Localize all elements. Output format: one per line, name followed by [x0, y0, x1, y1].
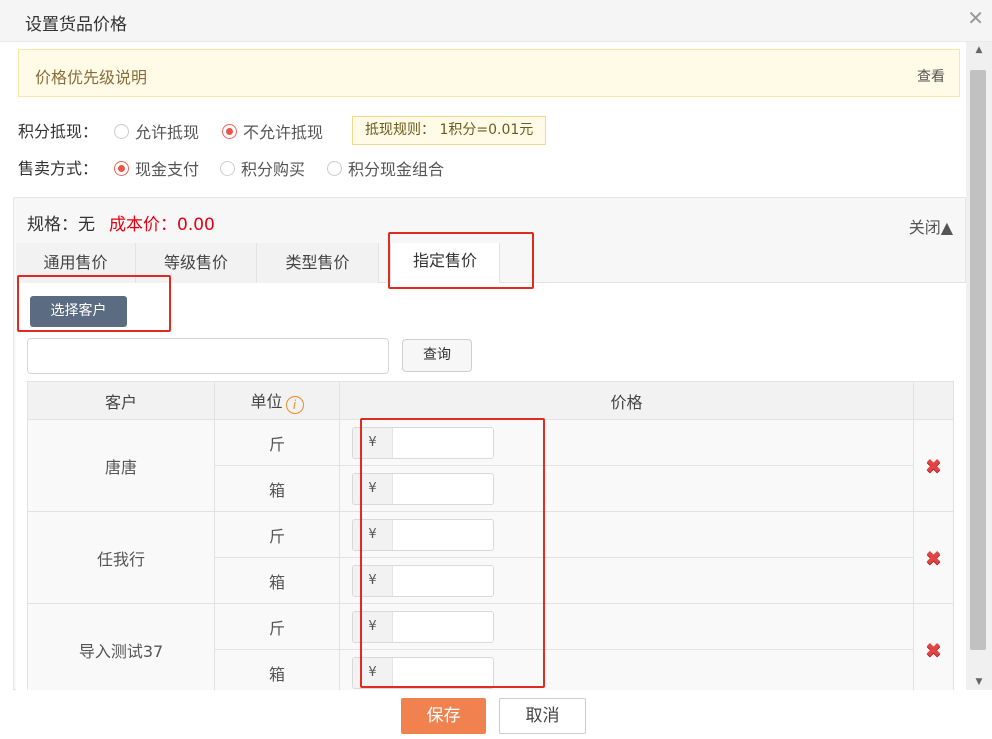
dialog-footer: 保存 取消 — [0, 690, 992, 739]
price-priority-notice: 价格优先级说明 查看 — [18, 49, 960, 97]
price-input[interactable] — [393, 657, 493, 688]
points-deduction-label: 积分抵现： — [18, 122, 99, 141]
unit-cell: 箱 — [214, 557, 340, 604]
radio-allow-deduction[interactable]: 允许抵现 — [114, 119, 199, 143]
scroll-down-icon[interactable]: ▼ — [966, 674, 992, 690]
unit-cell: 斤 — [214, 603, 340, 650]
vertical-scrollbar[interactable]: ▲ ▼ — [966, 42, 992, 690]
yen-icon: ¥ — [353, 611, 393, 642]
scrollbar-thumb[interactable] — [970, 70, 986, 650]
notice-text: 价格优先级说明 — [35, 68, 148, 87]
yen-icon: ¥ — [353, 473, 393, 504]
radio-cash[interactable]: 现金支付 — [114, 156, 199, 180]
delete-icon[interactable]: ✖ — [925, 546, 942, 570]
table-row: 唐唐 斤 ¥ ✖ — [27, 419, 954, 512]
radio-label: 积分现金组合 — [348, 160, 445, 179]
price-input-group: ¥ — [352, 518, 494, 551]
unit-cell: 斤 — [214, 511, 340, 558]
column-header-price: 价格 — [339, 381, 914, 420]
radio-dot — [327, 160, 342, 176]
unit-header-label: 单位 — [250, 391, 283, 411]
radio-dot — [114, 123, 129, 139]
radio-label: 积分购买 — [241, 160, 306, 179]
dialog-title: 设置货品价格 — [25, 15, 127, 35]
customer-price-table: 客户 单位 i 价格 唐唐 斤 ¥ ✖ 箱 ¥ 任我行 斤 ¥ ✖ 箱 ¥ 导入… — [27, 381, 954, 690]
info-icon[interactable]: i — [285, 395, 304, 414]
table-row: 导入测试37 斤 ¥ ✖ — [27, 603, 954, 690]
customer-search-input[interactable] — [27, 338, 389, 374]
spec-panel: 规格：无 成本价：0.00 关闭▲ 通用售价 等级售价 类型售价 指定售价 选择… — [13, 197, 966, 690]
price-cell: ¥ — [339, 603, 914, 650]
delete-icon[interactable]: ✖ — [925, 638, 942, 662]
tab-specified-price[interactable]: 指定售价 — [390, 243, 500, 284]
view-link[interactable]: 查看 — [917, 66, 945, 86]
price-cell: ¥ — [339, 511, 914, 558]
customer-cell: 唐唐 — [27, 419, 215, 512]
table-row: 任我行 斤 ¥ ✖ — [27, 511, 954, 604]
cost-price: 成本价：0.00 — [109, 215, 215, 235]
price-cell: ¥ — [339, 557, 914, 604]
column-header-action — [913, 381, 954, 420]
price-input-group: ¥ — [352, 426, 494, 459]
radio-label: 不允许抵现 — [243, 123, 324, 142]
action-cell: ✖ — [913, 419, 954, 512]
collapse-toggle[interactable]: 关闭▲ — [909, 214, 953, 238]
dialog-titlebar: 设置货品价格 ✕ — [0, 0, 992, 42]
radio-points[interactable]: 积分购买 — [220, 156, 305, 180]
radio-disallow-deduction[interactable]: 不允许抵现 — [222, 119, 323, 143]
radio-label: 现金支付 — [135, 160, 200, 179]
unit-cell: 斤 — [214, 419, 340, 466]
sale-method-label: 售卖方式： — [18, 159, 99, 178]
query-button[interactable]: 查询 — [402, 339, 472, 372]
tab-level-price[interactable]: 等级售价 — [136, 243, 257, 283]
radio-label: 允许抵现 — [135, 123, 200, 142]
cancel-button[interactable]: 取消 — [499, 698, 586, 734]
price-input-group: ¥ — [352, 610, 494, 643]
radio-dot — [222, 123, 237, 139]
price-input[interactable] — [393, 611, 493, 642]
column-header-customer: 客户 — [27, 381, 215, 420]
price-input-group: ¥ — [352, 472, 494, 505]
tab-type-price[interactable]: 类型售价 — [257, 243, 379, 283]
select-customer-button[interactable]: 选择客户 — [30, 296, 127, 327]
yen-icon: ¥ — [353, 519, 393, 550]
tab-general-price[interactable]: 通用售价 — [16, 243, 136, 283]
action-cell: ✖ — [913, 603, 954, 690]
price-input[interactable] — [393, 473, 493, 504]
price-input[interactable] — [393, 427, 493, 458]
yen-icon: ¥ — [353, 427, 393, 458]
close-icon[interactable]: ✕ — [967, 6, 984, 30]
specified-price-body: 选择客户 查询 客户 单位 i 价格 唐唐 斤 ¥ ✖ 箱 ¥ 任我行 斤 ¥ … — [16, 283, 966, 690]
customer-cell: 任我行 — [27, 511, 215, 604]
price-input-group: ¥ — [352, 656, 494, 689]
deduction-rule-tag: 抵现规则： 1积分=0.01元 — [352, 116, 547, 145]
scroll-up-icon[interactable]: ▲ — [966, 42, 992, 58]
price-cell: ¥ — [339, 649, 914, 690]
unit-cell: 箱 — [214, 649, 340, 690]
dialog-content: 价格优先级说明 查看 积分抵现： 允许抵现 不允许抵现 抵现规则： 1积分=0.… — [0, 42, 966, 690]
column-header-unit: 单位 i — [214, 381, 340, 420]
table-header-row: 客户 单位 i 价格 — [27, 381, 954, 420]
action-cell: ✖ — [913, 511, 954, 604]
price-cell: ¥ — [339, 465, 914, 512]
save-button[interactable]: 保存 — [401, 698, 486, 734]
radio-dot — [114, 160, 129, 176]
yen-icon: ¥ — [353, 565, 393, 596]
delete-icon[interactable]: ✖ — [925, 454, 942, 478]
price-tabs: 通用售价 等级售价 类型售价 指定售价 — [16, 243, 966, 284]
price-input-group: ¥ — [352, 564, 494, 597]
unit-cell: 箱 — [214, 465, 340, 512]
price-input[interactable] — [393, 519, 493, 550]
customer-cell: 导入测试37 — [27, 603, 215, 690]
yen-icon: ¥ — [353, 657, 393, 688]
price-cell: ¥ — [339, 419, 914, 466]
spec-label: 规格：无 — [27, 215, 95, 235]
radio-points-cash[interactable]: 积分现金组合 — [327, 156, 444, 180]
price-input[interactable] — [393, 565, 493, 596]
radio-dot — [220, 160, 235, 176]
